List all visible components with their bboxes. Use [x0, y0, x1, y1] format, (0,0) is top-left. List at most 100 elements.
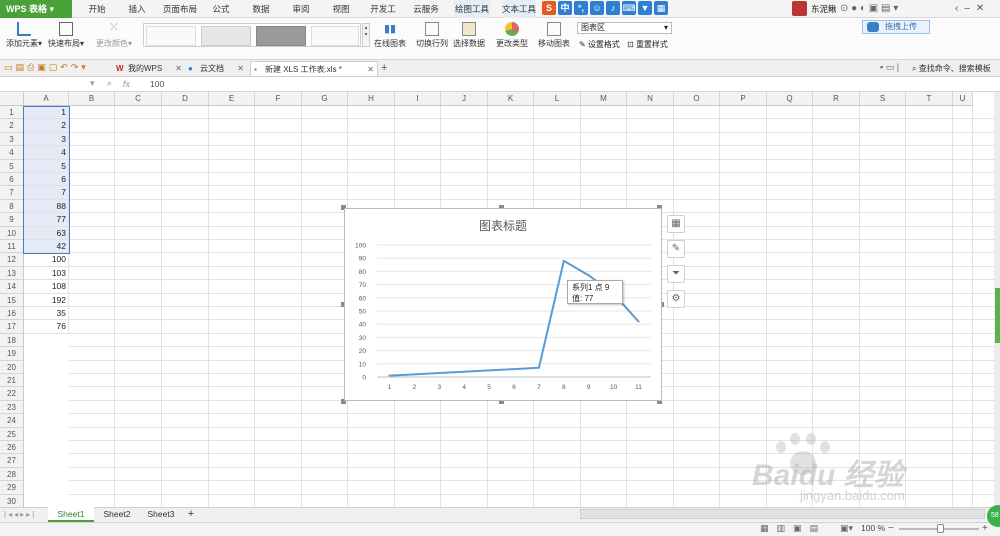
column-header[interactable]: O: [674, 92, 720, 106]
function-icon[interactable]: fx: [123, 77, 130, 92]
data-point[interactable]: [488, 369, 491, 372]
cell[interactable]: 77: [24, 213, 69, 227]
gallery-scroll-arrows[interactable]: ▴ ▾: [362, 23, 370, 47]
column-header[interactable]: Q: [767, 92, 813, 106]
tab-my-wps[interactable]: W 我的WPS ✕: [114, 61, 184, 76]
column-header[interactable]: P: [720, 92, 767, 106]
cell[interactable]: 1: [24, 106, 69, 120]
row-header[interactable]: 15: [0, 293, 24, 307]
column-header[interactable]: I: [395, 92, 441, 106]
column-header[interactable]: C: [115, 92, 162, 106]
column-header[interactable]: N: [627, 92, 674, 106]
cell[interactable]: 100: [24, 253, 69, 267]
cell[interactable]: 88: [24, 199, 69, 214]
tab-current-doc[interactable]: ▪ 新建 XLS 工作表.xls * ✕: [250, 61, 378, 76]
row-header[interactable]: 23: [0, 400, 24, 415]
cell[interactable]: 76: [24, 320, 69, 334]
menu-item[interactable]: 开发工具: [367, 0, 399, 32]
column-header[interactable]: F: [255, 92, 302, 106]
ime-tools-icon[interactable]: ▦: [654, 1, 668, 15]
select-data-button[interactable]: 选择数据: [452, 22, 486, 49]
row-header[interactable]: 19: [0, 347, 24, 361]
data-point[interactable]: [637, 320, 640, 323]
formula-input[interactable]: 100: [150, 77, 164, 92]
zoom-out-button[interactable]: −: [888, 522, 894, 535]
reset-style-button[interactable]: ⊡ 重置样式: [627, 39, 668, 50]
row-header[interactable]: 2: [0, 119, 24, 133]
menu-item[interactable]: 页面布局: [162, 0, 198, 18]
column-header[interactable]: T: [906, 92, 953, 106]
sheet-tab-2[interactable]: Sheet2: [96, 507, 138, 522]
wps-app-menu-button[interactable]: WPS 表格 ▾: [0, 0, 72, 18]
column-header[interactable]: D: [162, 92, 209, 106]
tab-cloud-docs[interactable]: ● 云文档 ✕: [186, 61, 246, 76]
row-header[interactable]: 13: [0, 266, 24, 281]
row-header[interactable]: 29: [0, 481, 24, 495]
row-header[interactable]: 18: [0, 333, 24, 348]
online-chart-button[interactable]: ▮▮ 在线图表: [374, 22, 406, 49]
series-line[interactable]: [389, 259, 640, 377]
style-thumb-1[interactable]: [146, 26, 196, 46]
user-name[interactable]: 东泥鳅: [811, 0, 837, 18]
row-header[interactable]: 27: [0, 454, 24, 468]
data-point[interactable]: [587, 274, 590, 277]
column-header[interactable]: E: [209, 92, 255, 106]
ime-cn-icon[interactable]: 中: [558, 1, 572, 15]
quick-layout-button[interactable]: 快速布局▾: [46, 22, 86, 49]
row-header[interactable]: 22: [0, 387, 24, 401]
change-type-button[interactable]: 更改类型: [495, 22, 529, 49]
ime-skin-icon[interactable]: ▼: [638, 1, 652, 15]
set-format-button[interactable]: ✎ 设置格式: [579, 39, 620, 50]
row-header[interactable]: 28: [0, 467, 24, 482]
chart-filter-icon[interactable]: ⏷: [667, 265, 685, 283]
row-header[interactable]: 14: [0, 280, 24, 294]
cell[interactable]: 108: [24, 280, 69, 294]
column-header[interactable]: A: [24, 92, 69, 106]
close-icon[interactable]: ✕: [175, 61, 182, 76]
close-icon[interactable]: ✕: [367, 62, 374, 77]
line-chart[interactable]: 图表标题 0 10 20 30 40 50 60 70 80 90 100 1 2 3 4 5 6 7 8 9 10 11…: [344, 208, 662, 401]
chart-settings-gear-icon[interactable]: ⚙: [667, 290, 685, 308]
zoom-dropdown[interactable]: ▣▾: [840, 523, 853, 534]
menu-item[interactable]: 绘图工具: [454, 0, 490, 18]
menu-item[interactable]: 公式: [212, 0, 230, 18]
menu-item[interactable]: 文本工具: [502, 0, 536, 18]
column-header[interactable]: M: [581, 92, 627, 106]
ime-mic-icon[interactable]: ♪: [606, 1, 620, 15]
cell[interactable]: 7: [24, 186, 69, 200]
view-mode-icons[interactable]: ▦▥▣▤: [760, 523, 826, 534]
row-header[interactable]: 8: [0, 199, 24, 214]
column-header[interactable]: L: [534, 92, 581, 106]
cell[interactable]: 5: [24, 159, 69, 173]
row-header[interactable]: 17: [0, 320, 24, 334]
horizontal-scrollbar[interactable]: [580, 509, 985, 519]
sheet-tab-3[interactable]: Sheet3: [141, 507, 181, 522]
menu-item[interactable]: 插入: [128, 0, 146, 18]
row-header[interactable]: 5: [0, 159, 24, 173]
ime-emoji-icon[interactable]: ☺: [590, 1, 604, 15]
data-point[interactable]: [438, 372, 441, 375]
cell[interactable]: 6: [24, 173, 69, 187]
column-header[interactable]: R: [813, 92, 860, 106]
window-controls[interactable]: ‹–✕: [955, 0, 990, 18]
data-point[interactable]: [463, 370, 466, 373]
column-header[interactable]: K: [488, 92, 534, 106]
data-point[interactable]: [413, 373, 416, 376]
add-element-button[interactable]: 添加元素▾: [4, 22, 44, 49]
close-icon[interactable]: ✕: [237, 61, 244, 76]
row-header[interactable]: 16: [0, 307, 24, 321]
row-header[interactable]: 6: [0, 173, 24, 187]
column-header[interactable]: B: [69, 92, 115, 106]
row-header[interactable]: 1: [0, 106, 24, 120]
row-header[interactable]: 20: [0, 360, 24, 374]
column-header[interactable]: U: [953, 92, 973, 106]
move-chart-button[interactable]: 移动图表: [537, 22, 571, 49]
column-header[interactable]: S: [860, 92, 906, 106]
ime-keyboard-icon[interactable]: ⌨: [622, 1, 636, 15]
sheet-tab-1[interactable]: Sheet1: [48, 507, 94, 522]
row-header[interactable]: 26: [0, 441, 24, 455]
change-color-button[interactable]: ⤬ 更改颜色▾: [94, 22, 134, 49]
chart-title[interactable]: 图表标题: [479, 219, 527, 233]
style-thumb-4[interactable]: [311, 26, 359, 46]
chart-elements-icon[interactable]: ▦: [667, 215, 685, 233]
